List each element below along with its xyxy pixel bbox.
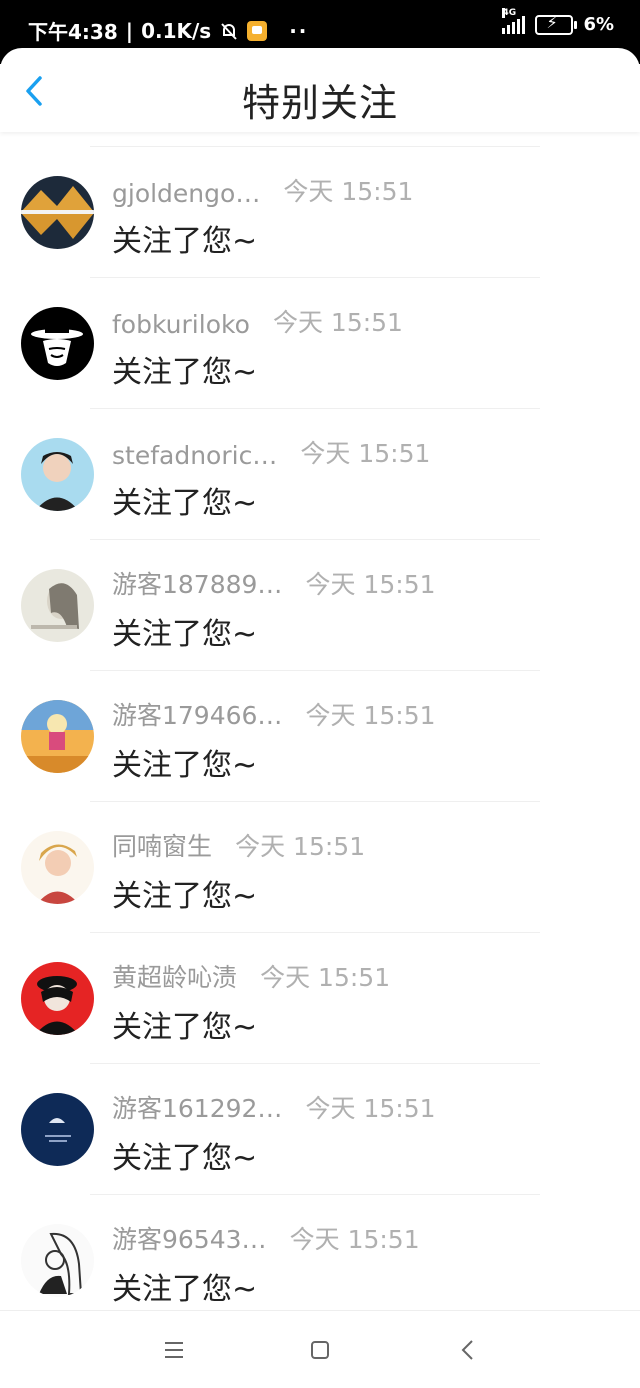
page-title: 特别关注 bbox=[241, 81, 398, 125]
username: stefadnoric… bbox=[112, 441, 278, 470]
divider bbox=[90, 670, 540, 671]
system-nav-bar bbox=[0, 1310, 640, 1388]
message: 关注了您~ bbox=[112, 355, 258, 390]
username: 游客179466… bbox=[112, 701, 283, 730]
username: 游客161292… bbox=[112, 1094, 283, 1123]
item-meta: stefadnoric… 今天 15:51 bbox=[112, 434, 430, 470]
timestamp: 今天 15:51 bbox=[260, 963, 391, 992]
timestamp: 今天 15:51 bbox=[300, 439, 431, 468]
username: gjoldengo… bbox=[112, 179, 261, 208]
network-speed: 0.1K/s bbox=[141, 18, 212, 43]
username: 游客187889… bbox=[112, 570, 283, 599]
list-item[interactable]: gjoldengo… 今天 15:51 关注了您~ bbox=[0, 132, 640, 263]
timestamp: 今天 15:51 bbox=[305, 701, 436, 730]
divider bbox=[90, 539, 540, 540]
timestamp: 今天 15:51 bbox=[283, 177, 414, 206]
avatar[interactable] bbox=[21, 176, 94, 249]
timestamp: 今天 15:51 bbox=[289, 1225, 420, 1254]
divider bbox=[90, 1063, 540, 1064]
message: 关注了您~ bbox=[112, 486, 258, 521]
timestamp: 今天 15:51 bbox=[305, 570, 436, 599]
message: 关注了您~ bbox=[112, 1272, 258, 1307]
follower-list: gjoldengo… 今天 15:51 关注了您~ fobkuriloko 今天… bbox=[0, 132, 640, 1311]
item-meta: 同喃窗生 今天 15:51 bbox=[112, 827, 365, 863]
item-meta: 游客187889… 今天 15:51 bbox=[112, 565, 436, 601]
status-left: 下午4:38 | 0.1K/s ·· bbox=[28, 16, 308, 45]
avatar[interactable] bbox=[21, 700, 94, 773]
status-separator: | bbox=[125, 18, 134, 43]
username: 游客96543… bbox=[112, 1225, 267, 1254]
status-time: 下午4:38 bbox=[28, 20, 118, 44]
home-square-icon[interactable] bbox=[307, 1337, 333, 1363]
timestamp: 今天 15:51 bbox=[272, 308, 403, 337]
message: 关注了您~ bbox=[112, 1010, 258, 1045]
message: 关注了您~ bbox=[112, 1141, 258, 1176]
item-meta: 游客179466… 今天 15:51 bbox=[112, 696, 436, 732]
message: 关注了您~ bbox=[112, 617, 258, 652]
avatar[interactable] bbox=[21, 1224, 94, 1297]
back-chevron-icon[interactable] bbox=[455, 1337, 481, 1363]
message: 关注了您~ bbox=[112, 224, 258, 259]
item-meta: fobkuriloko 今天 15:51 bbox=[112, 303, 403, 339]
divider bbox=[90, 408, 540, 409]
divider bbox=[90, 1194, 540, 1195]
avatar[interactable] bbox=[21, 1093, 94, 1166]
list-item[interactable]: 黄超龄吣渍 今天 15:51 关注了您~ bbox=[0, 918, 640, 1049]
app-notification-icon bbox=[247, 20, 268, 41]
menu-icon[interactable] bbox=[161, 1337, 187, 1363]
message: 关注了您~ bbox=[112, 879, 258, 914]
item-meta: 游客161292… 今天 15:51 bbox=[112, 1089, 436, 1125]
timestamp: 今天 15:51 bbox=[305, 1094, 436, 1123]
divider bbox=[90, 801, 540, 802]
status-right: 4G ⚡ 6% bbox=[502, 7, 614, 35]
username: fobkuriloko bbox=[112, 310, 250, 339]
battery-charging-icon: ⚡ bbox=[535, 13, 578, 35]
battery-level: 6% bbox=[583, 14, 614, 35]
item-meta: gjoldengo… 今天 15:51 bbox=[112, 172, 413, 208]
list-item[interactable]: fobkuriloko 今天 15:51 关注了您~ bbox=[0, 263, 640, 394]
avatar[interactable] bbox=[21, 307, 94, 380]
list-item[interactable]: 游客179466… 今天 15:51 关注了您~ bbox=[0, 656, 640, 787]
message: 关注了您~ bbox=[112, 748, 258, 783]
divider bbox=[90, 146, 540, 147]
avatar[interactable] bbox=[21, 569, 94, 642]
timestamp: 今天 15:51 bbox=[235, 832, 366, 861]
avatar[interactable] bbox=[21, 962, 94, 1035]
list-item[interactable]: 游客96543… 今天 15:51 关注了您~ bbox=[0, 1180, 640, 1311]
list-item[interactable]: 游客187889… 今天 15:51 关注了您~ bbox=[0, 525, 640, 656]
more-dots: ·· bbox=[289, 18, 309, 43]
network-type: 4G bbox=[502, 7, 517, 18]
mute-bell-icon bbox=[221, 22, 237, 40]
divider bbox=[90, 932, 540, 933]
list-item[interactable]: stefadnoric… 今天 15:51 关注了您~ bbox=[0, 394, 640, 525]
username: 黄超龄吣渍 bbox=[112, 963, 238, 992]
item-meta: 游客96543… 今天 15:51 bbox=[112, 1220, 420, 1256]
divider bbox=[90, 277, 540, 278]
signal-icon: 4G bbox=[502, 7, 526, 34]
avatar[interactable] bbox=[21, 831, 94, 904]
list-item[interactable]: 游客161292… 今天 15:51 关注了您~ bbox=[0, 1049, 640, 1180]
list-item[interactable]: 同喃窗生 今天 15:51 关注了您~ bbox=[0, 787, 640, 918]
username: 同喃窗生 bbox=[112, 832, 213, 861]
item-meta: 黄超龄吣渍 今天 15:51 bbox=[112, 958, 390, 994]
header: 特别关注 bbox=[0, 48, 640, 132]
avatar[interactable] bbox=[21, 438, 94, 511]
